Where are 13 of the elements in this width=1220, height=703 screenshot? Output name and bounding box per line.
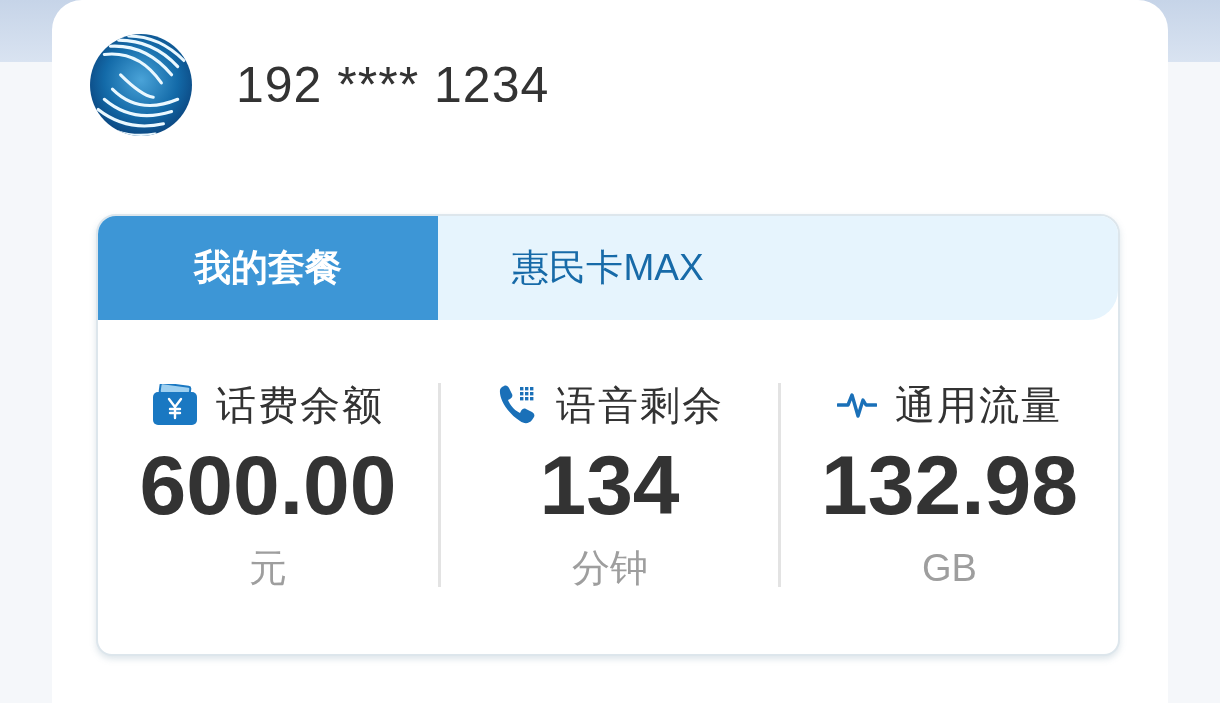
stat-label: 通用流量 (894, 385, 1063, 425)
plan-tab[interactable]: 我的套餐 (98, 216, 438, 320)
stat-value: 134 (539, 443, 680, 527)
phone-number: 192 **** 1234 (236, 60, 550, 110)
stat-value: 600.00 (139, 443, 397, 527)
stat-label: 话费余额 (216, 385, 384, 425)
stat-unit: 分钟 (571, 549, 648, 587)
stat-unit: 元 (249, 549, 287, 587)
stat-unit: GB (922, 549, 977, 587)
pulse-line-icon (836, 391, 877, 419)
wallet-yen-icon (152, 384, 198, 426)
stat-value: 132.98 (821, 443, 1078, 527)
stat-label: 语音剩余 (555, 385, 724, 425)
